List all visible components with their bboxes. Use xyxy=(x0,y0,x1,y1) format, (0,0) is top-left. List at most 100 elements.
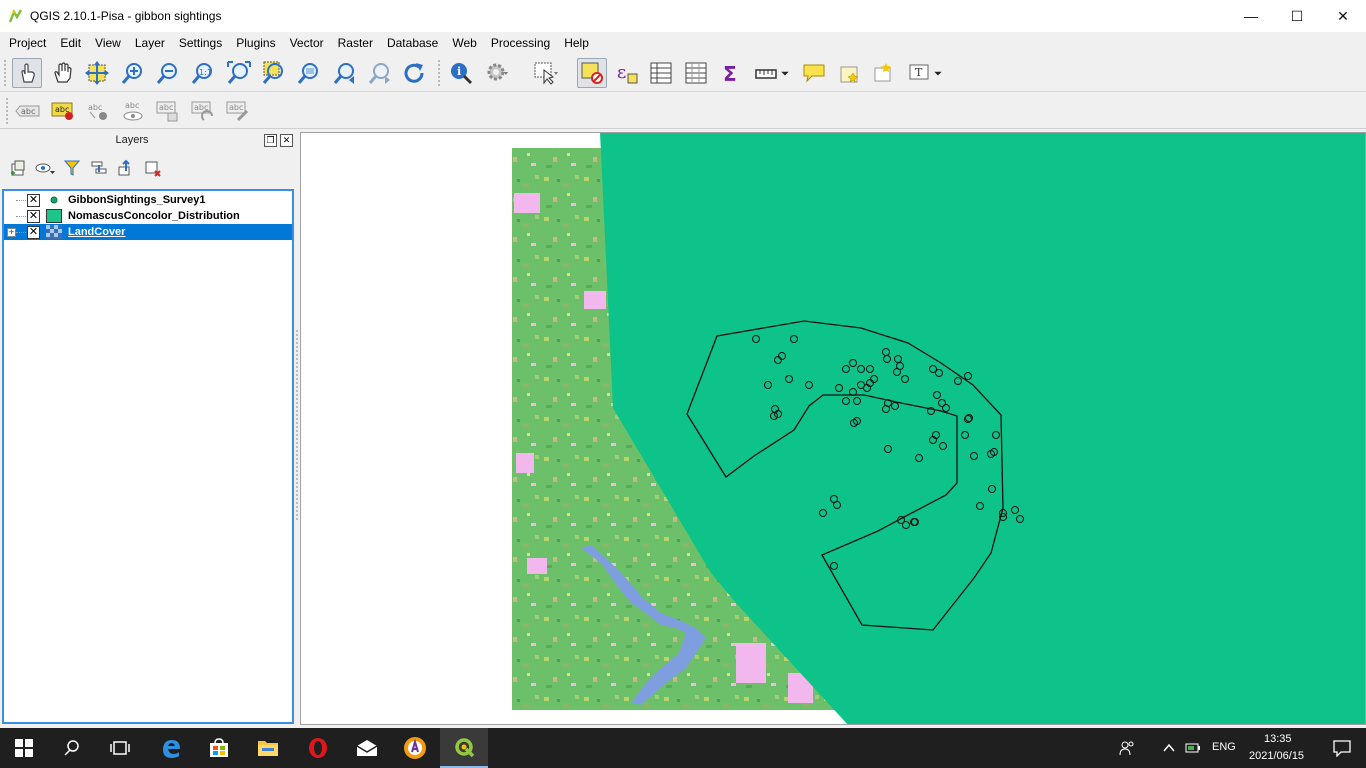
menu-web[interactable]: Web xyxy=(445,32,483,54)
layer-row-gibbon-sightings[interactable]: ✕ GibbonSightings_Survey1 xyxy=(4,192,292,208)
toolbar-grip[interactable] xyxy=(438,60,441,86)
menu-raster[interactable]: Raster xyxy=(331,32,380,54)
layer-visibility-checkbox[interactable]: ✕ xyxy=(27,193,40,207)
store-icon xyxy=(210,738,228,757)
layer-tree[interactable]: ✕ GibbonSightings_Survey1 ✕ NomascusConc… xyxy=(2,189,294,724)
task-view-button[interactable] xyxy=(96,728,144,768)
label-rotate-button[interactable]: abc xyxy=(189,97,217,125)
minimize-button[interactable]: — xyxy=(1228,0,1274,32)
attribute-table-button[interactable] xyxy=(646,58,676,88)
zoom-native-button[interactable]: 1:1 xyxy=(188,58,218,88)
touch-zoom-pan-button[interactable] xyxy=(12,58,42,88)
label-toolbar: abc abc abc abc abc abc abc xyxy=(0,93,1366,129)
menu-plugins[interactable]: Plugins xyxy=(229,32,282,54)
menu-database[interactable]: Database xyxy=(380,32,445,54)
panel-splitter[interactable] xyxy=(296,330,298,520)
action-center-button[interactable] xyxy=(1318,728,1366,768)
zoom-last-button[interactable] xyxy=(330,58,360,88)
menu-edit[interactable]: Edit xyxy=(53,32,88,54)
menu-layer[interactable]: Layer xyxy=(128,32,172,54)
zoom-to-selection-button[interactable] xyxy=(259,58,289,88)
remove-layer-button[interactable] xyxy=(139,157,166,179)
qgis-taskbar-button[interactable] xyxy=(440,728,488,768)
start-button[interactable] xyxy=(0,728,48,768)
zoom-out-icon xyxy=(156,63,177,84)
toolbar-grip[interactable] xyxy=(6,98,9,124)
expand-layer-button[interactable]: + xyxy=(7,227,16,237)
manage-visibility-button[interactable] xyxy=(31,157,58,179)
menu-project[interactable]: Project xyxy=(2,32,53,54)
float-panel-button[interactable]: ❐ xyxy=(264,134,277,147)
show-bookmarks-button[interactable] xyxy=(868,58,898,88)
mail-taskbar-button[interactable] xyxy=(343,728,391,768)
edge-taskbar-button[interactable] xyxy=(147,728,195,768)
expand-all-button[interactable] xyxy=(85,157,112,179)
map-canvas[interactable] xyxy=(300,132,1366,725)
layer-visibility-checkbox[interactable]: ✕ xyxy=(27,225,40,239)
label-move-button[interactable]: abc xyxy=(154,97,182,125)
zoom-next-button[interactable] xyxy=(365,58,395,88)
menu-vector[interactable]: Vector xyxy=(283,32,331,54)
identify-button[interactable]: i xyxy=(446,58,476,88)
collapse-all-button[interactable] xyxy=(112,157,139,179)
label-show-hide-button[interactable]: abc xyxy=(119,97,147,125)
menu-processing[interactable]: Processing xyxy=(484,32,557,54)
filter-legend-icon xyxy=(63,160,80,176)
menu-help[interactable]: Help xyxy=(557,32,596,54)
deselect-button[interactable] xyxy=(577,58,607,88)
add-group-button[interactable] xyxy=(4,157,31,179)
map-tips-button[interactable] xyxy=(799,58,829,88)
zoom-last-icon xyxy=(333,63,354,84)
file-explorer-taskbar-button[interactable] xyxy=(244,728,292,768)
layers-panel-toolbar xyxy=(4,157,166,181)
label-pin-button[interactable]: abc xyxy=(49,97,77,125)
attribute-table-icon xyxy=(650,62,672,84)
layer-visibility-checkbox[interactable]: ✕ xyxy=(27,209,40,223)
layer-name: NomascusConcolor_Distribution xyxy=(68,210,240,222)
pan-to-selection-button[interactable] xyxy=(82,58,112,88)
label-change-icon: abc xyxy=(226,101,249,122)
file-explorer-icon xyxy=(258,741,278,756)
store-taskbar-button[interactable] xyxy=(195,728,243,768)
menu-settings[interactable]: Settings xyxy=(172,32,229,54)
chevron-up-icon xyxy=(1163,743,1175,752)
avast-taskbar-button[interactable] xyxy=(391,728,439,768)
layer-row-nomascus-distribution[interactable]: ✕ NomascusConcolor_Distribution xyxy=(4,208,292,224)
zoom-to-layer-button[interactable] xyxy=(294,58,324,88)
new-bookmark-button[interactable] xyxy=(834,58,864,88)
zoom-full-button[interactable] xyxy=(224,58,254,88)
close-panel-button[interactable]: ✕ xyxy=(280,134,293,147)
opera-taskbar-button[interactable] xyxy=(294,728,342,768)
run-action-button[interactable] xyxy=(482,58,512,88)
menu-view[interactable]: View xyxy=(88,32,128,54)
close-button[interactable]: ✕ xyxy=(1320,0,1366,32)
network-button[interactable] xyxy=(1182,728,1206,768)
tray-overflow-button[interactable] xyxy=(1157,728,1181,768)
svg-text:abc: abc xyxy=(21,107,35,116)
toolbar-grip[interactable] xyxy=(4,60,7,86)
measure-dropdown[interactable] xyxy=(777,58,793,88)
filter-legend-button[interactable] xyxy=(58,157,85,179)
people-button[interactable] xyxy=(1112,728,1142,768)
label-layer-button[interactable]: abc xyxy=(14,97,42,125)
clock-time[interactable]: 13:35 xyxy=(1264,733,1292,745)
select-features-button[interactable] xyxy=(530,58,560,88)
search-button[interactable] xyxy=(48,728,96,768)
maximize-button[interactable]: ☐ xyxy=(1274,0,1320,32)
clock-date[interactable]: 2021/06/15 xyxy=(1249,750,1304,762)
annotation-dropdown[interactable] xyxy=(930,58,946,88)
refresh-button[interactable] xyxy=(399,58,429,88)
layer-row-landcover[interactable]: + ✕ LandCover xyxy=(4,224,292,240)
zoom-in-button[interactable] xyxy=(118,58,148,88)
label-highlight-button[interactable]: abc xyxy=(84,97,112,125)
layer-name: GibbonSightings_Survey1 xyxy=(68,194,206,206)
pan-button[interactable] xyxy=(48,58,78,88)
label-change-button[interactable]: abc xyxy=(224,97,252,125)
language-indicator[interactable]: ENG xyxy=(1212,741,1236,753)
expression-select-button[interactable]: ε xyxy=(612,58,642,88)
field-calculator-button[interactable] xyxy=(681,58,711,88)
statistics-button[interactable]: Σ xyxy=(716,58,746,88)
zoom-out-button[interactable] xyxy=(153,58,183,88)
panel-title: Layers xyxy=(115,134,149,146)
zoom-in-icon xyxy=(121,63,142,84)
